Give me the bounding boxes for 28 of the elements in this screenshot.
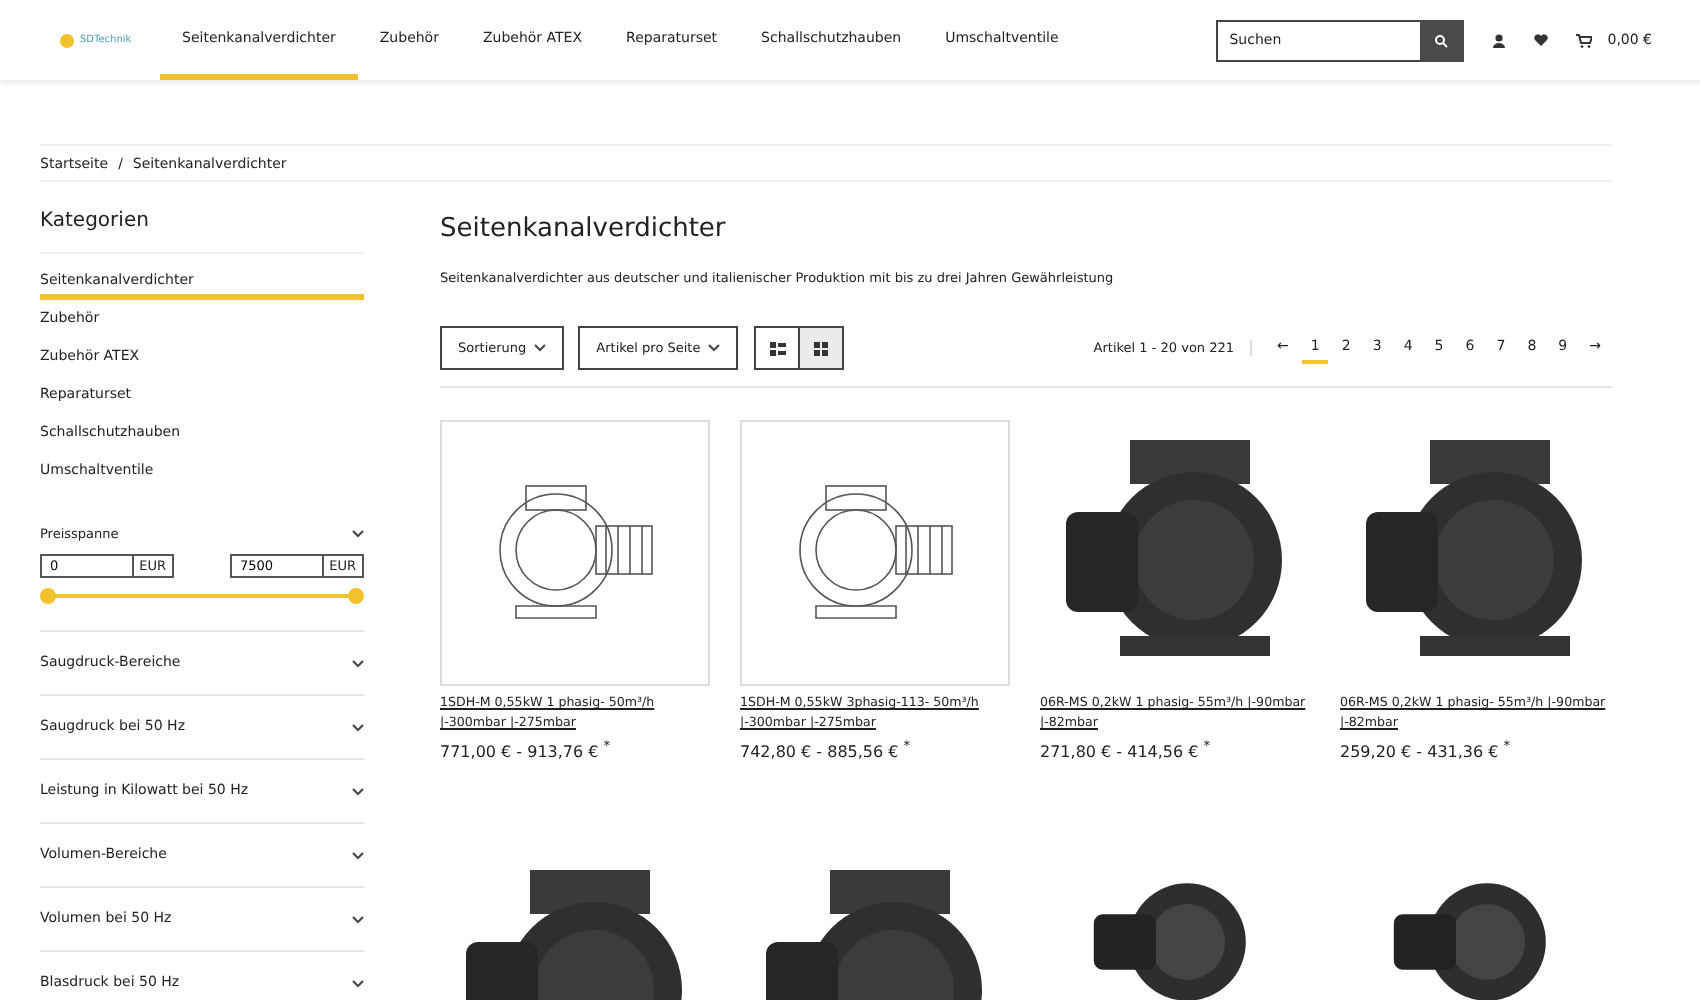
sidebar-title: Kategorien: [40, 210, 364, 254]
chevron-down-icon: [352, 530, 364, 538]
page-title: Seitenkanalverdichter: [440, 214, 728, 244]
slider-thumb[interactable]: [348, 588, 364, 604]
grid-view-icon: [814, 341, 829, 355]
product-price: 259,20 € - 431,36 € $^{*}$: [1340, 738, 1513, 762]
view-toggle-button[interactable]: [754, 326, 801, 370]
chevron-down-icon: [352, 659, 364, 667]
chevron-down-icon: [352, 979, 364, 987]
slider-thumb[interactable]: [40, 588, 56, 604]
product-price: 271,80 € - 414,56 € $^{*}$: [1040, 738, 1213, 762]
search-icon: [1434, 33, 1449, 47]
person-icon: [1491, 33, 1506, 47]
product-price: 742,80 € - 885,56 € $^{*}$: [740, 738, 913, 762]
heart-icon: [1533, 34, 1548, 46]
cart-icon: [1575, 33, 1592, 47]
chevron-down-icon: [352, 723, 364, 731]
list-view-icon: [769, 341, 786, 355]
search-button[interactable]: [1419, 19, 1464, 61]
account-button[interactable]: [1491, 33, 1506, 47]
wishlist-button[interactable]: [1533, 34, 1548, 46]
chevron-down-icon: [352, 915, 364, 923]
chevron-down-icon: [352, 851, 364, 859]
chevron-down-icon: [352, 787, 364, 795]
chevron-down-icon: [708, 344, 721, 352]
product-price: 771,00 € - 913,76 € $^{*}$: [440, 738, 613, 762]
chevron-down-icon: [534, 344, 547, 352]
view-toggle-button[interactable]: [798, 326, 845, 370]
